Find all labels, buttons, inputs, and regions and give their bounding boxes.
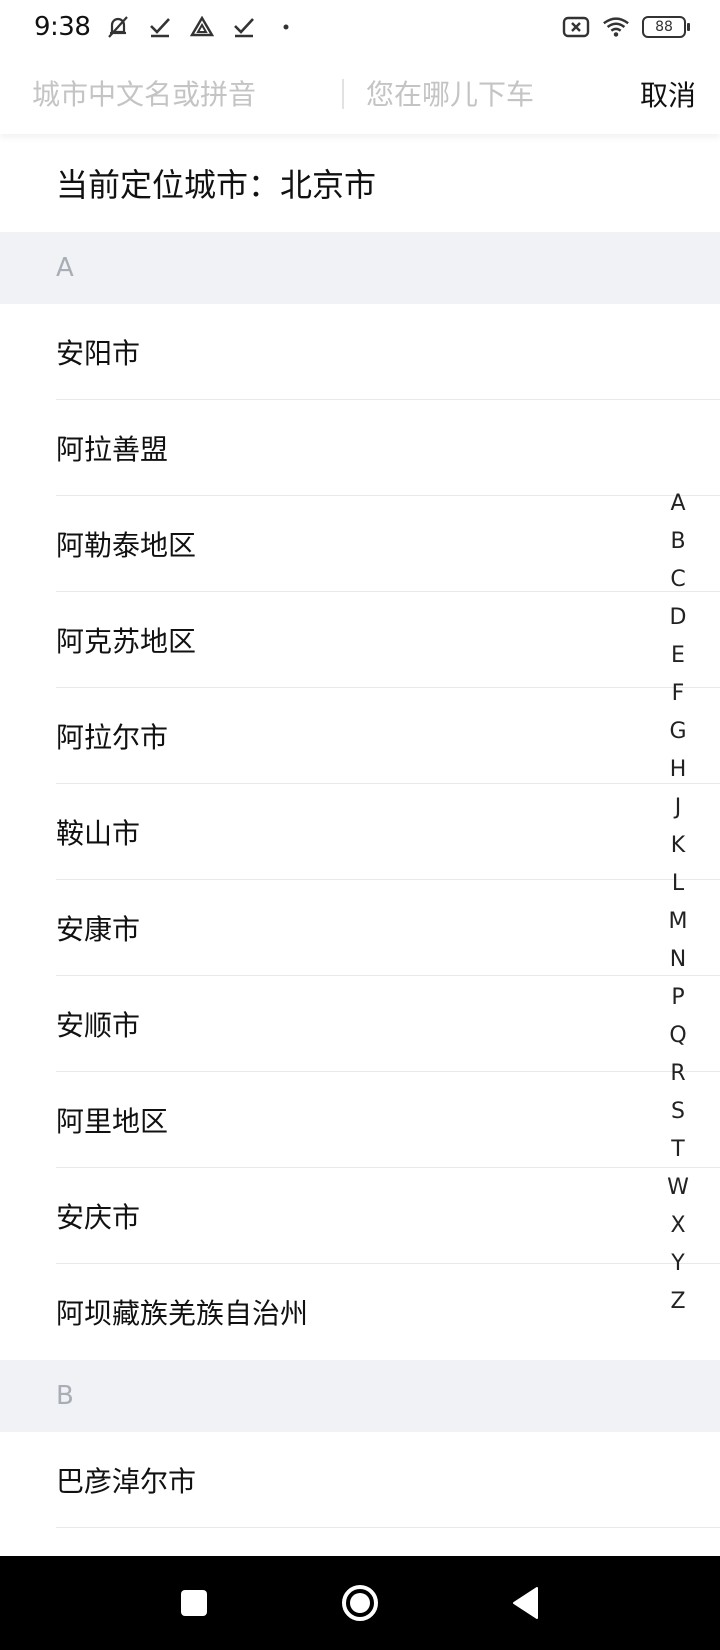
back-button[interactable] bbox=[503, 1580, 549, 1626]
alphabet-index-letter-e[interactable]: E bbox=[658, 637, 698, 675]
search-bar: 取消 bbox=[0, 54, 720, 134]
city-list-item[interactable]: 安阳市 bbox=[56, 304, 720, 400]
city-list-item[interactable]: 鞍山市 bbox=[56, 784, 720, 880]
status-time: 9:38 bbox=[34, 12, 91, 42]
city-picker-screen: 9:38 88 城市中文名或拼音 您在哪儿下车 取消 当前定位城市：北京市 A … bbox=[0, 0, 720, 1650]
city-list-item[interactable]: 安顺市 bbox=[56, 976, 720, 1072]
city-list-item[interactable]: 阿坝藏族羌族自治州 bbox=[56, 1264, 720, 1360]
city-list-item[interactable]: 安康市 bbox=[56, 880, 720, 976]
city-list-item[interactable]: 阿里地区 bbox=[56, 1072, 720, 1168]
recent-apps-button[interactable] bbox=[171, 1580, 217, 1626]
city-list-item[interactable]: 阿克苏地区 bbox=[56, 592, 720, 688]
home-button[interactable] bbox=[337, 1580, 383, 1626]
alphabet-index-letter-j[interactable]: J bbox=[658, 789, 698, 827]
alphabet-index-letter-p[interactable]: P bbox=[658, 979, 698, 1017]
search-divider bbox=[342, 79, 344, 109]
city-list-item[interactable]: 阿勒泰地区 bbox=[56, 496, 720, 592]
status-bar: 9:38 88 bbox=[0, 0, 720, 54]
current-location-city[interactable]: 当前定位城市：北京市 bbox=[0, 134, 720, 232]
alphabet-index-letter-t[interactable]: T bbox=[658, 1131, 698, 1169]
alphabet-index-letter-m[interactable]: M bbox=[658, 903, 698, 941]
alphabet-index-letter-r[interactable]: R bbox=[658, 1055, 698, 1093]
alphabet-index-letter-q[interactable]: Q bbox=[658, 1017, 698, 1055]
notification-muted-icon bbox=[104, 13, 132, 41]
city-list: A 安阳市 阿拉善盟 阿勒泰地区 阿克苏地区 阿拉尔市 鞍山市 安康市 安顺市 阿里地区 安庆市 阿坝… bbox=[0, 232, 720, 1528]
alphabet-index-letter-g[interactable]: G bbox=[658, 713, 698, 751]
square-icon bbox=[181, 1590, 207, 1616]
wifi-icon bbox=[602, 13, 630, 41]
alphabet-index-letter-a[interactable]: A bbox=[658, 485, 698, 523]
alphabet-index-letter-n[interactable]: N bbox=[658, 941, 698, 979]
alphabet-index-letter-s[interactable]: S bbox=[658, 1093, 698, 1131]
status-left: 9:38 bbox=[34, 12, 300, 42]
sim-off-icon bbox=[562, 13, 590, 41]
alphabet-index-letter-y[interactable]: Y bbox=[658, 1245, 698, 1283]
alphabet-index-letter-f[interactable]: F bbox=[658, 675, 698, 713]
alphabet-index-letter-z[interactable]: Z bbox=[658, 1283, 698, 1321]
alphabet-index-letter-c[interactable]: C bbox=[658, 561, 698, 599]
back-triangle-icon bbox=[513, 1587, 538, 1619]
city-search-input[interactable] bbox=[32, 64, 332, 124]
drive-icon bbox=[188, 13, 216, 41]
alphabet-index-letter-x[interactable]: X bbox=[658, 1207, 698, 1245]
check-icon bbox=[230, 13, 258, 41]
alphabet-index-letter-h[interactable]: H bbox=[658, 751, 698, 789]
cancel-button[interactable]: 取消 bbox=[640, 64, 696, 124]
alphabet-index-letter-b[interactable]: B bbox=[658, 523, 698, 561]
alphabet-index-letter-k[interactable]: K bbox=[658, 827, 698, 865]
dot-icon bbox=[272, 13, 300, 41]
alphabet-index-letter-w[interactable]: W bbox=[658, 1169, 698, 1207]
destination-input[interactable] bbox=[366, 64, 596, 124]
section-header-b: B bbox=[0, 1360, 720, 1432]
alphabet-index-letter-d[interactable]: D bbox=[658, 599, 698, 637]
alphabet-index-letter-l[interactable]: L bbox=[658, 865, 698, 903]
city-list-item[interactable]: 巴彦淖尔市 bbox=[56, 1432, 720, 1528]
navigation-bar bbox=[0, 1556, 720, 1650]
city-list-item[interactable]: 阿拉尔市 bbox=[56, 688, 720, 784]
alphabet-index[interactable]: ABCDEFGHJKLMNPQRSTWXYZ bbox=[658, 485, 698, 1321]
status-right: 88 bbox=[562, 13, 690, 41]
city-list-item[interactable]: 阿拉善盟 bbox=[56, 400, 720, 496]
city-list-item[interactable]: 安庆市 bbox=[56, 1168, 720, 1264]
section-header-a: A bbox=[0, 232, 720, 304]
battery-level: 88 bbox=[655, 19, 673, 35]
battery-icon: 88 bbox=[642, 16, 690, 38]
check-icon bbox=[146, 13, 174, 41]
circle-icon bbox=[342, 1585, 378, 1621]
